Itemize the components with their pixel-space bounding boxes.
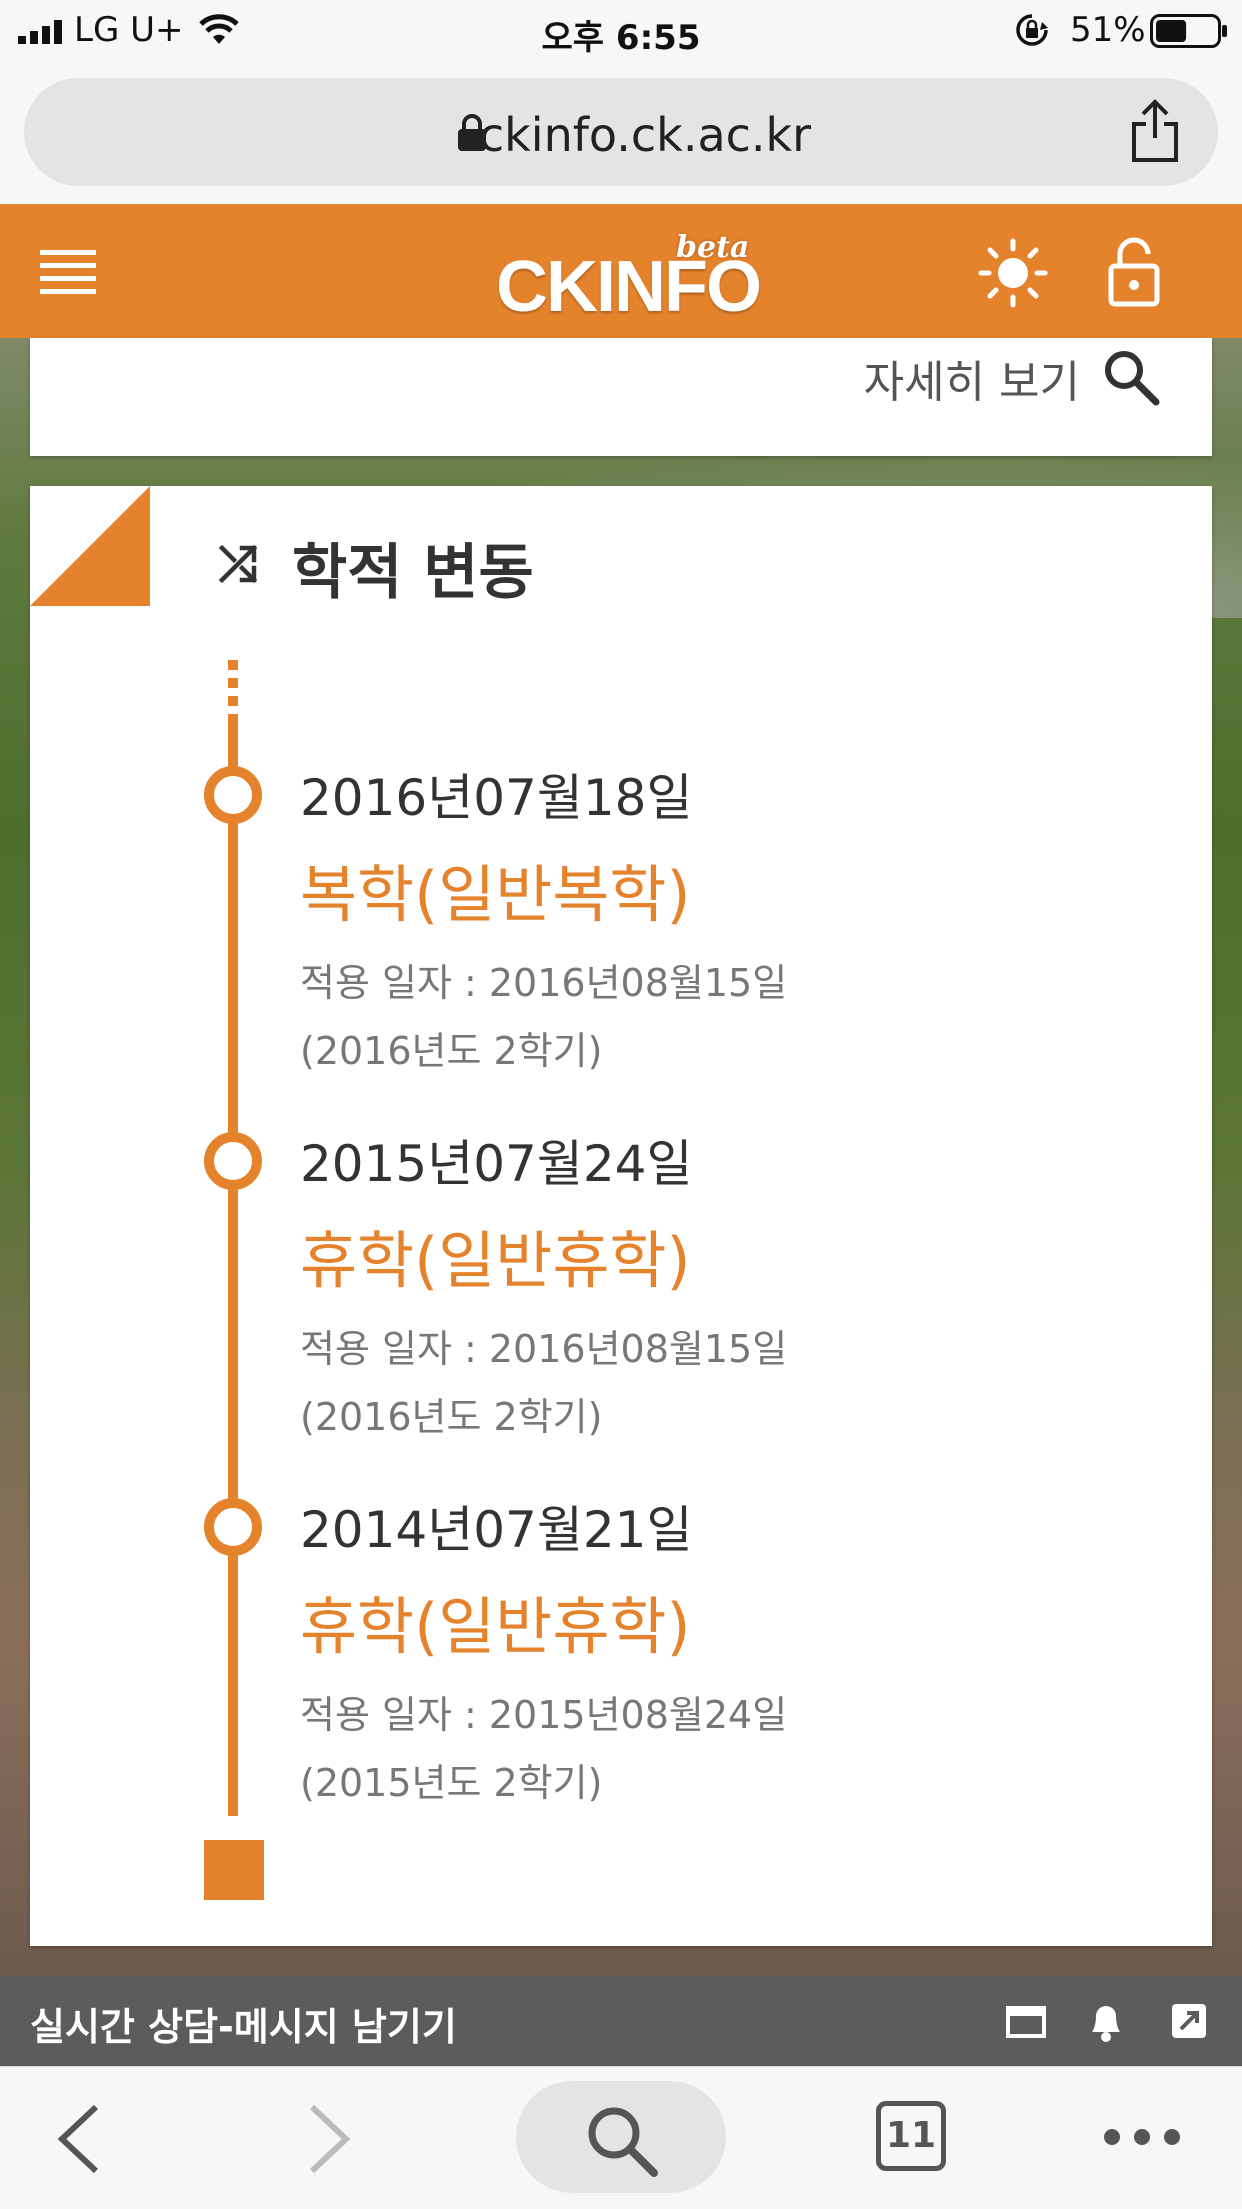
- browser-toolbar: 11: [0, 2066, 1242, 2209]
- rotation-lock-icon: [1016, 14, 1048, 46]
- academic-change-card: 학적 변동 2016년07월18일 복학(일반복학) 적용 일자 : 2016년…: [30, 486, 1212, 1946]
- timeline-dashes: [228, 660, 238, 716]
- clock: 오후 6:55: [541, 18, 701, 58]
- more-dots-icon[interactable]: [1100, 2125, 1184, 2149]
- back-arrow-icon[interactable]: [56, 2103, 102, 2175]
- shuffle-icon: [218, 544, 258, 584]
- apply-term: (2016년도 2학기): [300, 1029, 603, 1073]
- apply-term: (2016년도 2학기): [300, 1395, 603, 1439]
- status-bar: LG U+ 오후 6:55 51%: [0, 0, 1242, 60]
- url-text: ckinfo.ck.ac.kr: [478, 108, 812, 162]
- timeline-entry: 2015년07월24일 휴학(일반휴학) 적용 일자 : 2016년08월15일…: [30, 1132, 1212, 1472]
- brightness-icon[interactable]: [978, 238, 1048, 308]
- change-date: 2015년07월24일: [300, 1135, 693, 1193]
- search-button[interactable]: [516, 2081, 726, 2193]
- timeline-entry: 2016년07월18일 복학(일반복학) 적용 일자 : 2016년08월15일…: [30, 766, 1212, 1106]
- popout-icon[interactable]: [1170, 2002, 1208, 2040]
- change-date: 2016년07월18일: [300, 769, 693, 827]
- section-title: 학적 변동: [292, 538, 534, 608]
- live-chat-bar[interactable]: 실시간 상담-메시지 남기기: [0, 1976, 1242, 2066]
- timeline-node: [204, 1132, 262, 1190]
- tabs-button[interactable]: 11: [876, 2101, 946, 2171]
- app-logo[interactable]: CKINFO beta: [496, 230, 762, 327]
- battery-icon: [1150, 14, 1227, 48]
- change-type: 휴학(일반휴학): [300, 1590, 691, 1663]
- chat-label: 실시간 상담-메시지 남기기: [30, 2005, 457, 2049]
- corner-ribbon: [30, 486, 150, 606]
- logo-beta-badge: beta: [676, 230, 750, 265]
- search-icon: [588, 2107, 658, 2177]
- minimize-icon[interactable]: [1006, 2006, 1046, 2038]
- bell-icon[interactable]: [1086, 1998, 1126, 2044]
- hamburger-menu-icon[interactable]: [40, 250, 96, 294]
- app-header: CKINFO beta: [0, 204, 1242, 338]
- browser-url-area: ckinfo.ck.ac.kr: [0, 60, 1242, 204]
- apply-term: (2015년도 2학기): [300, 1761, 603, 1805]
- share-icon[interactable]: [1128, 98, 1182, 164]
- apply-date: 적용 일자 : 2015년08월24일: [300, 1693, 788, 1737]
- change-type: 복학(일반복학): [300, 858, 691, 931]
- summary-card: 자세히 보기: [30, 338, 1212, 456]
- change-date: 2014년07월21일: [300, 1501, 693, 1559]
- search-icon[interactable]: [1102, 348, 1160, 406]
- timeline-end-marker: [204, 1840, 264, 1900]
- timeline-node: [204, 1498, 262, 1556]
- apply-date: 적용 일자 : 2016년08월15일: [300, 961, 788, 1005]
- change-type: 휴학(일반휴학): [300, 1224, 691, 1297]
- battery-percent: 51%: [1070, 10, 1146, 50]
- timeline-entry: 2014년07월21일 휴학(일반휴학) 적용 일자 : 2015년08월24일…: [30, 1498, 1212, 1838]
- forward-arrow-icon[interactable]: [306, 2103, 352, 2175]
- apply-date: 적용 일자 : 2016년08월15일: [300, 1327, 788, 1371]
- timeline-node: [204, 766, 262, 824]
- address-bar[interactable]: ckinfo.ck.ac.kr: [24, 78, 1218, 186]
- view-details-link[interactable]: 자세히 보기: [864, 346, 1080, 410]
- unlock-icon[interactable]: [1108, 236, 1160, 308]
